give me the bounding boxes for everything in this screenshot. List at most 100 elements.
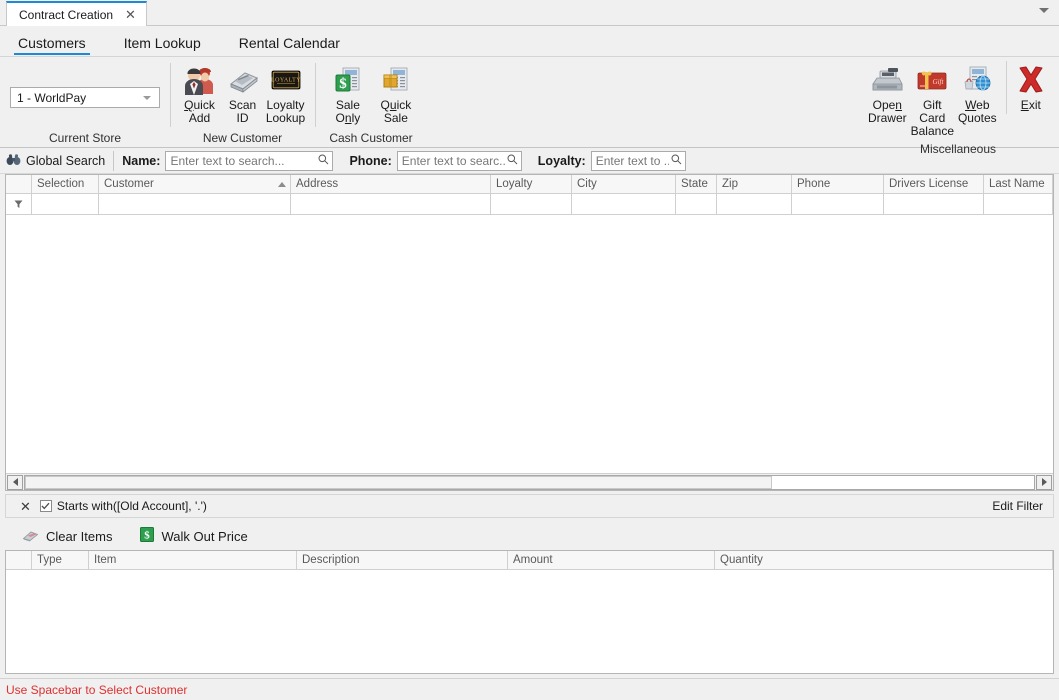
column-header-selection[interactable]: Selection xyxy=(32,175,99,193)
funnel-icon[interactable] xyxy=(6,194,32,214)
ribbon-group-new-customer: Quick Add Scan ID LOYALTY Loyalty Lookup… xyxy=(170,57,315,147)
web-quotes-label: Web Quotes xyxy=(957,98,997,125)
filter-cell-loyalty[interactable] xyxy=(491,194,572,214)
open-drawer-label: Open Drawer xyxy=(867,98,907,125)
column-header-address[interactable]: Address xyxy=(291,175,491,193)
web-quotes-button[interactable]: Web Quotes xyxy=(955,61,1000,127)
column-header-customer[interactable]: Customer xyxy=(99,175,291,193)
tab-item-lookup[interactable]: Item Lookup xyxy=(120,32,205,56)
quick-sale-label: Quick Sale xyxy=(380,98,412,125)
filter-cell-phone[interactable] xyxy=(792,194,884,214)
ribbon-group-title-new-customer: New Customer xyxy=(202,131,283,145)
edit-filter-link[interactable]: Edit Filter xyxy=(992,499,1043,513)
column-header-description[interactable]: Description xyxy=(297,551,508,569)
loyalty-search-input[interactable] xyxy=(590,150,686,171)
phone-search-input-text[interactable] xyxy=(401,152,505,169)
filter-panel: ✕ Starts with([Old Account], '.') Edit F… xyxy=(5,494,1054,518)
column-header-last-name[interactable]: Last Name xyxy=(984,175,1053,193)
exit-label: Exit xyxy=(1020,98,1041,112)
hscroll-track[interactable] xyxy=(24,474,1035,490)
column-header-phone[interactable]: Phone xyxy=(792,175,884,193)
filter-cell-customer[interactable] xyxy=(99,194,291,214)
items-grid-body[interactable] xyxy=(6,570,1053,673)
customer-grid-filter-row xyxy=(6,194,1053,215)
quick-add-button[interactable]: Quick Add xyxy=(178,61,221,127)
chevron-down-icon[interactable] xyxy=(143,95,151,100)
box-receipt-icon xyxy=(379,63,413,97)
column-header-drivers-license[interactable]: Drivers License xyxy=(884,175,984,193)
hscroll-thumb[interactable] xyxy=(25,475,772,489)
chevron-down-icon[interactable] xyxy=(1039,8,1049,13)
scanner-icon xyxy=(226,63,260,97)
application-window: Contract Creation ✕ Customers Item Looku… xyxy=(0,0,1059,700)
column-header-state[interactable]: State xyxy=(676,175,717,193)
clear-items-button[interactable]: Clear Items xyxy=(19,526,115,547)
exit-button[interactable]: Exit xyxy=(1005,61,1051,114)
close-icon[interactable]: ✕ xyxy=(123,8,138,21)
tab-rental-calendar[interactable]: Rental Calendar xyxy=(235,32,344,56)
column-header-amount[interactable]: Amount xyxy=(508,551,715,569)
gift-card-balance-label: Gift Card Balance xyxy=(910,98,954,138)
ribbon-group-title-miscellaneous: Miscellaneous xyxy=(919,142,997,156)
column-header-type[interactable]: Type xyxy=(32,551,89,569)
filter-cell-last-name[interactable] xyxy=(984,194,1053,214)
filter-cell-drivers-license[interactable] xyxy=(884,194,984,214)
customer-grid-hscrollbar[interactable] xyxy=(6,473,1053,490)
gift-card-balance-button[interactable]: Gift Gift Card Balance xyxy=(910,61,955,140)
ribbon-group-title-current-store: Current Store xyxy=(48,131,122,145)
gift-card-icon: Gift xyxy=(914,63,950,97)
filter-cell-state[interactable] xyxy=(676,194,717,214)
scan-id-label: Scan ID xyxy=(228,98,257,125)
scan-id-button[interactable]: Scan ID xyxy=(221,61,264,127)
loyalty-lookup-button[interactable]: LOYALTY Loyalty Lookup xyxy=(264,61,307,127)
document-tab-contract-creation[interactable]: Contract Creation ✕ xyxy=(6,1,147,26)
arrow-left-icon[interactable] xyxy=(7,474,23,490)
customer-grid-body[interactable] xyxy=(6,215,1053,473)
arrow-right-icon[interactable] xyxy=(1036,474,1052,490)
eraser-icon xyxy=(22,528,39,545)
column-header-loyalty[interactable]: Loyalty xyxy=(491,175,572,193)
open-drawer-button[interactable]: Open Drawer xyxy=(865,61,910,127)
quick-sale-button[interactable]: Quick Sale xyxy=(373,61,419,127)
filter-cell-zip[interactable] xyxy=(717,194,792,214)
binoculars-icon xyxy=(6,153,21,169)
svg-text:$: $ xyxy=(339,76,347,92)
name-search-input[interactable] xyxy=(165,150,334,171)
filter-cell-address[interactable] xyxy=(291,194,491,214)
status-message: Use Spacebar to Select Customer xyxy=(6,682,188,697)
walk-out-price-button[interactable]: $ Walk Out Price xyxy=(137,525,250,547)
two-people-icon xyxy=(183,63,217,97)
sale-only-button[interactable]: $ Sale Only xyxy=(323,61,373,127)
loyalty-search-input-text[interactable] xyxy=(595,152,669,169)
phone-field-label: Phone: xyxy=(349,153,392,168)
global-search-button[interactable]: Global Search xyxy=(6,150,115,171)
column-header-quantity[interactable]: Quantity xyxy=(715,551,1053,569)
filter-cell-city[interactable] xyxy=(572,194,676,214)
close-icon[interactable]: ✕ xyxy=(20,500,31,513)
search-icon[interactable] xyxy=(507,154,518,168)
ribbon-group-title-cash-customer: Cash Customer xyxy=(329,131,413,145)
column-header-zip[interactable]: Zip xyxy=(717,175,792,193)
web-quotes-icon xyxy=(959,63,995,97)
ribbon-spacer xyxy=(427,57,857,147)
filter-cell-selection[interactable] xyxy=(32,194,99,214)
svg-text:LOYALTY: LOYALTY xyxy=(271,78,301,84)
clear-items-label: Clear Items xyxy=(46,528,113,544)
document-tab-bar: Contract Creation ✕ xyxy=(0,0,1059,26)
customer-grid-header: Selection Customer Address Loyalty City … xyxy=(6,175,1053,194)
filter-expression[interactable]: Starts with([Old Account], '.') xyxy=(57,499,207,513)
search-icon[interactable] xyxy=(671,154,682,168)
tab-customers[interactable]: Customers xyxy=(14,32,90,56)
column-header-city[interactable]: City xyxy=(572,175,676,193)
customer-grid: Selection Customer Address Loyalty City … xyxy=(5,174,1054,491)
global-search-label: Global Search xyxy=(26,153,106,168)
column-header-item[interactable]: Item xyxy=(89,551,297,569)
document-tab-label: Contract Creation xyxy=(19,7,114,22)
store-selector-combo[interactable]: 1 - WorldPay xyxy=(10,87,160,108)
name-search-input-text[interactable] xyxy=(170,152,317,169)
ribbon-group-miscellaneous: Open Drawer Gift Gift Card Balance Web Q… xyxy=(857,57,1059,156)
phone-search-input[interactable] xyxy=(396,150,522,171)
filter-enabled-checkbox[interactable] xyxy=(39,500,52,512)
search-icon[interactable] xyxy=(318,154,329,168)
loyalty-card-icon: LOYALTY xyxy=(268,63,304,97)
